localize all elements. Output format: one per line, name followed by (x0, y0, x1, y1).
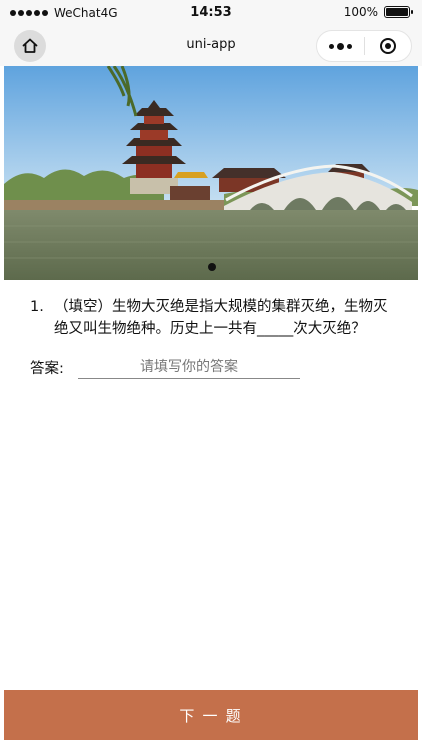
battery-status: 100% (343, 5, 413, 19)
capsule-menu (316, 30, 412, 62)
answer-row: 答案: (30, 354, 330, 380)
question-number: 1. (30, 299, 44, 315)
target-close-icon (379, 38, 396, 54)
battery-percent: 100% (343, 5, 378, 19)
more-dots-icon (328, 43, 334, 49)
battery-icon (384, 6, 413, 18)
banner-carousel[interactable] (4, 66, 418, 280)
more-menu-button[interactable] (317, 31, 364, 61)
question-text: （填空）生物大灭绝是指大规模的集群灭绝，生物灭绝又叫生物绝种。历史上一共有___… (54, 299, 388, 337)
close-miniprogram-button[interactable] (365, 31, 412, 61)
answer-input[interactable] (78, 355, 300, 379)
status-bar: WeChat4G 14:53 100% (0, 0, 422, 26)
answer-label: 答案: (30, 360, 64, 377)
question-block: 1. （填空）生物大灭绝是指大规模的集群灭绝，生物灭绝又叫生物绝种。历史上一共有… (30, 296, 394, 340)
next-question-button[interactable]: 下 一 题 (4, 690, 418, 740)
carousel-indicator-dot[interactable] (208, 263, 216, 271)
navigation-bar: uni-app (0, 26, 422, 66)
pagoda-lake-bridge-photo (4, 66, 418, 280)
